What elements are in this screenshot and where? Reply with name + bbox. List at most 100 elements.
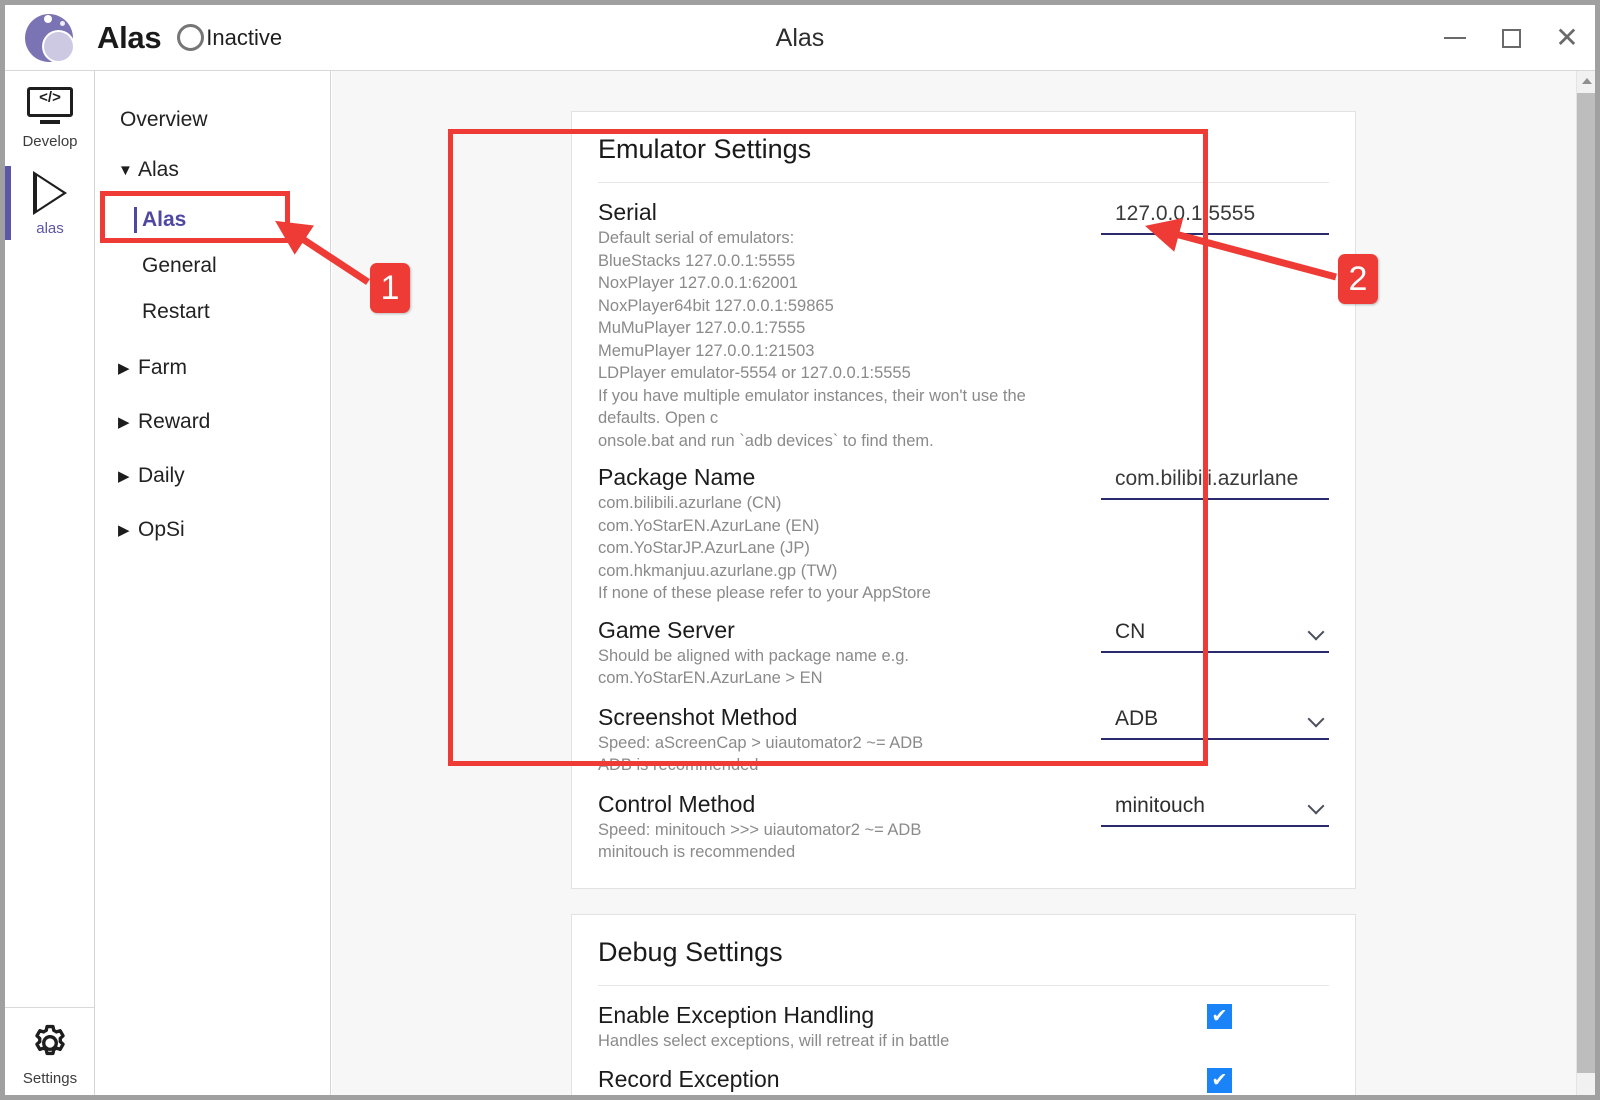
record-exception-checkbox[interactable]: ✔ bbox=[1207, 1068, 1232, 1093]
control-method-select[interactable]: minitouch bbox=[1101, 791, 1329, 827]
help-serial-1: BlueStacks 127.0.0.1:5555 bbox=[598, 250, 1089, 273]
app-logo bbox=[5, 5, 97, 71]
help-serial-6: LDPlayer emulator-5554 or 127.0.0.1:5555 bbox=[598, 362, 1089, 385]
debug-settings-title: Debug Settings bbox=[598, 937, 1329, 985]
help-serial-4: MuMuPlayer 127.0.0.1:7555 bbox=[598, 317, 1089, 340]
package-name-input[interactable] bbox=[1101, 464, 1329, 500]
minimize-button[interactable] bbox=[1427, 5, 1483, 71]
nav-group-label-alas: Alas bbox=[138, 158, 179, 182]
status-indicator[interactable]: Inactive bbox=[177, 24, 282, 51]
nav-item-overview[interactable]: Overview bbox=[96, 97, 330, 143]
help-serial-7: If you have multiple emulator instances,… bbox=[598, 385, 1089, 430]
nav-group-label-daily: Daily bbox=[138, 464, 185, 488]
chevron-down-icon: ▼ bbox=[118, 162, 138, 179]
nav-group-reward[interactable]: ▶ Reward bbox=[96, 399, 330, 445]
serial-input[interactable] bbox=[1101, 199, 1329, 235]
status-ring-icon bbox=[177, 24, 204, 51]
debug-settings-card: Debug Settings Enable Exception Handling… bbox=[571, 914, 1356, 1096]
label-record-exception: Record Exception bbox=[598, 1062, 1113, 1094]
help-control-1: minitouch is recommended bbox=[598, 841, 1089, 864]
rail-item-develop[interactable]: </> Develop bbox=[5, 77, 95, 158]
title-bar: Alas Inactive Alas ✕ bbox=[5, 5, 1595, 71]
alas-app-window: Alas Inactive Alas ✕ </> Develop bbox=[0, 0, 1600, 1100]
help-serial-3: NoxPlayer64bit 127.0.0.1:59865 bbox=[598, 295, 1089, 318]
navigation-tree: Overview ▼ Alas Alas General Restart ▶ F… bbox=[96, 71, 331, 1095]
divider bbox=[598, 182, 1329, 183]
maximize-icon bbox=[1502, 29, 1521, 48]
check-icon: ✔ bbox=[1212, 1071, 1228, 1090]
nav-group-daily[interactable]: ▶ Daily bbox=[96, 453, 330, 499]
annotation-badge-2: 2 bbox=[1338, 254, 1378, 304]
rail-item-alas[interactable]: alas bbox=[5, 160, 95, 245]
game-server-select[interactable]: CN bbox=[1101, 617, 1329, 653]
help-control-0: Speed: minitouch >>> uiautomator2 ~= ADB bbox=[598, 819, 1089, 842]
content-scrollbar[interactable] bbox=[1576, 71, 1595, 1095]
help-package-1: com.YoStarEN.AzurLane (EN) bbox=[598, 515, 1089, 538]
left-icon-rail: </> Develop alas Settings bbox=[5, 71, 95, 1095]
setting-control-method: Control Method Speed: minitouch >>> uiau… bbox=[598, 779, 1329, 866]
scrollbar-thumb[interactable] bbox=[1577, 93, 1596, 1073]
enable-exception-handling-checkbox[interactable]: ✔ bbox=[1207, 1004, 1232, 1029]
setting-package-name: Package Name com.bilibili.azurlane (CN) … bbox=[598, 454, 1329, 607]
help-package-2: com.YoStarJP.AzurLane (JP) bbox=[598, 537, 1089, 560]
triangle-up-icon bbox=[1582, 78, 1592, 84]
rail-item-settings[interactable]: Settings bbox=[5, 1007, 95, 1087]
chevron-down-icon bbox=[1309, 624, 1325, 640]
window-controls: ✕ bbox=[1427, 5, 1595, 71]
help-enable-exception-0: Handles select exceptions, will retreat … bbox=[598, 1030, 1113, 1053]
help-package-0: com.bilibili.azurlane (CN) bbox=[598, 492, 1089, 515]
help-screenshot-0: Speed: aScreenCap > uiautomator2 ~= ADB bbox=[598, 732, 1089, 755]
help-package-3: com.hkmanjuu.azurlane.gp (TW) bbox=[598, 560, 1089, 583]
nav-active-indicator bbox=[134, 207, 137, 233]
help-serial-8: onsole.bat and run `adb devices` to find… bbox=[598, 430, 1089, 453]
chevron-down-icon bbox=[1309, 711, 1325, 727]
nav-label-general: General bbox=[142, 254, 217, 278]
code-screen-icon: </> bbox=[27, 87, 73, 129]
nav-group-farm[interactable]: ▶ Farm bbox=[96, 345, 330, 391]
game-server-value: CN bbox=[1115, 620, 1145, 644]
nav-item-restart[interactable]: Restart bbox=[96, 289, 330, 335]
nav-label-overview: Overview bbox=[120, 108, 208, 132]
nav-group-alas[interactable]: ▼ Alas bbox=[96, 147, 330, 193]
chevron-right-icon: ▶ bbox=[118, 359, 138, 377]
gear-icon bbox=[29, 1022, 71, 1064]
scrollbar-up-button[interactable] bbox=[1577, 71, 1596, 91]
label-enable-exception-handling: Enable Exception Handling bbox=[598, 998, 1113, 1030]
nav-item-alas[interactable]: Alas bbox=[96, 197, 330, 243]
help-package-4: If none of these please refer to your Ap… bbox=[598, 582, 1089, 605]
annotation-badge-1: 1 bbox=[370, 263, 410, 313]
maximize-button[interactable] bbox=[1483, 5, 1539, 71]
annotation-badge-1-number: 1 bbox=[381, 269, 400, 308]
status-label: Inactive bbox=[206, 25, 282, 51]
label-package-name: Package Name bbox=[598, 460, 1089, 492]
nav-group-label-reward: Reward bbox=[138, 410, 210, 434]
emulator-settings-card: Emulator Settings Serial Default serial … bbox=[571, 111, 1356, 889]
nav-group-opsi[interactable]: ▶ OpSi bbox=[96, 507, 330, 553]
nav-item-general[interactable]: General bbox=[96, 243, 330, 289]
help-screenshot-1: ADB is recommended bbox=[598, 754, 1089, 777]
close-button[interactable]: ✕ bbox=[1539, 5, 1595, 71]
help-serial-2: NoxPlayer 127.0.0.1:62001 bbox=[598, 272, 1089, 295]
setting-screenshot-method: Screenshot Method Speed: aScreenCap > ui… bbox=[598, 692, 1329, 779]
setting-enable-exception-handling: Enable Exception Handling Handles select… bbox=[598, 998, 1329, 1055]
screenshot-method-select[interactable]: ADB bbox=[1101, 704, 1329, 740]
divider bbox=[598, 985, 1329, 986]
screenshot-method-value: ADB bbox=[1115, 707, 1158, 731]
nav-group-label-farm: Farm bbox=[138, 356, 187, 380]
emulator-settings-title: Emulator Settings bbox=[598, 134, 1329, 182]
setting-record-exception: Record Exception Records exception and l… bbox=[598, 1054, 1329, 1095]
help-serial-0: Default serial of emulators: bbox=[598, 227, 1089, 250]
label-screenshot-method: Screenshot Method bbox=[598, 700, 1089, 732]
rail-label-alas: alas bbox=[36, 220, 64, 237]
setting-game-server: Game Server Should be aligned with packa… bbox=[598, 607, 1329, 692]
nav-label-alas: Alas bbox=[142, 208, 186, 232]
help-serial-5: MemuPlayer 127.0.0.1:21503 bbox=[598, 340, 1089, 363]
help-record-exception-0: Records exception and log into directory… bbox=[598, 1094, 1113, 1095]
label-serial: Serial bbox=[598, 195, 1089, 227]
alas-moon-logo-icon bbox=[25, 12, 77, 64]
check-icon: ✔ bbox=[1212, 1007, 1228, 1026]
annotation-badge-2-number: 2 bbox=[1349, 260, 1368, 299]
setting-serial: Serial Default serial of emulators: Blue… bbox=[598, 195, 1329, 454]
label-control-method: Control Method bbox=[598, 787, 1089, 819]
help-game-server-0: Should be aligned with package name e.g.… bbox=[598, 645, 1089, 690]
